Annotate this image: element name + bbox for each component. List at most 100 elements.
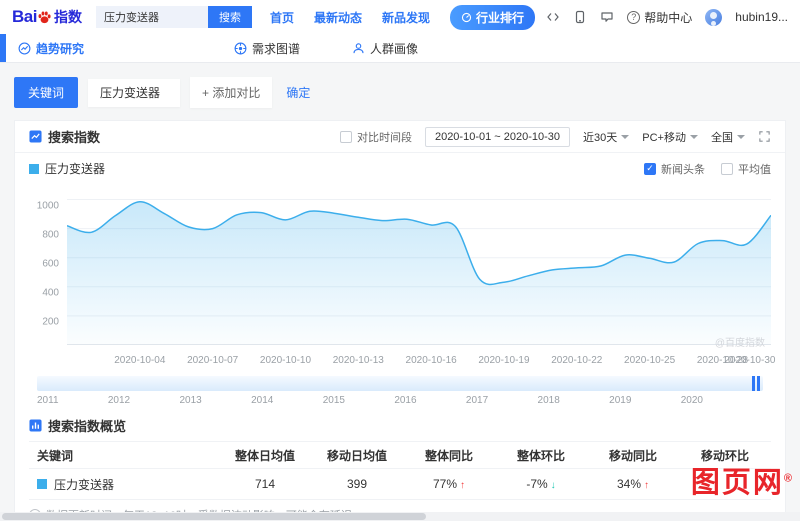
nav-new-products[interactable]: 新品发现 xyxy=(382,9,430,26)
chart-toggles: ✓ 新闻头条 平均值 xyxy=(644,161,771,177)
timeline-year: 2018 xyxy=(537,395,560,406)
column-header: 移动同比 xyxy=(608,448,657,463)
chevron-down-icon xyxy=(690,134,698,139)
x-axis-label: 2020-10-22 xyxy=(551,355,603,366)
tab-demand-graph[interactable]: 需求图谱 xyxy=(234,40,300,57)
top-navigation: 首页 最新动态 新品发现 行业排行 xyxy=(270,4,536,30)
toggle-average[interactable]: 平均值 xyxy=(721,161,771,177)
compare-checkbox-icon[interactable] xyxy=(339,130,352,143)
top-header: Bai 指数 搜索 首页 最新动态 新品发现 行业排行 xyxy=(0,0,800,34)
metric-cell: 399 xyxy=(346,477,368,491)
up-arrow-icon: ↑ xyxy=(460,480,466,491)
industry-ranking-button[interactable]: 行业排行 xyxy=(450,4,536,30)
overview-table-row: 压力变送器 714 399 77% ↑ -7% ↓ 34% ↑ xyxy=(29,469,771,500)
scrollbar-thumb[interactable] xyxy=(2,513,426,520)
brush-handle[interactable] xyxy=(752,376,760,391)
search-input[interactable] xyxy=(95,6,208,28)
column-header: 关键词 xyxy=(37,448,74,463)
username[interactable]: hubin19... xyxy=(735,10,788,24)
toggle-news-headline[interactable]: ✓ 新闻头条 xyxy=(644,161,705,177)
series-swatch xyxy=(29,163,39,174)
chevron-down-icon xyxy=(737,134,745,139)
help-icon: ? xyxy=(627,10,641,24)
nav-home[interactable]: 首页 xyxy=(270,9,294,26)
timeline-year: 2020 xyxy=(680,395,703,406)
y-axis-label: 600 xyxy=(42,258,59,270)
checkbox-icon[interactable] xyxy=(721,162,733,175)
top-search: 搜索 xyxy=(95,6,252,28)
code-icon[interactable] xyxy=(546,10,560,24)
metric-cell: 34% ↑ xyxy=(616,477,650,491)
y-axis-label: 200 xyxy=(42,316,59,328)
legend-item[interactable]: 压力变送器 xyxy=(29,160,105,177)
panel-title: 搜索指数 xyxy=(48,130,101,145)
fullscreen-icon[interactable] xyxy=(758,130,771,143)
keyword-cell[interactable]: 压力变送器 xyxy=(29,476,219,493)
panel-title-wrap: 搜索指数 xyxy=(29,127,100,146)
timeline-year: 2012 xyxy=(107,395,131,406)
timeline-brush[interactable] xyxy=(37,376,763,391)
x-axis-label: 2020-10-07 xyxy=(187,355,239,366)
active-section-accent xyxy=(0,34,6,62)
keyword-toolbar: 关键词 + 添加对比 确定 xyxy=(14,77,786,108)
x-axis-label: 2020-10-19 xyxy=(478,355,530,366)
search-index-card: 搜索指数 对比时间段 2020-10-01 ~ 2020-10-30 近30天 … xyxy=(14,120,786,521)
keyword-input[interactable] xyxy=(88,78,181,107)
column-header: 整体同比 xyxy=(424,448,473,463)
confirm-link[interactable]: 确定 xyxy=(286,84,310,101)
series-swatch xyxy=(37,479,47,489)
search-index-chart[interactable] xyxy=(66,185,772,345)
metric-cell: -7% ↓ xyxy=(526,477,556,491)
timeline: 2011 2012 2013 2014 2015 2016 2017 2018 2019 2020 xyxy=(37,376,763,406)
x-axis-label: 2020-10-10 xyxy=(259,355,312,366)
mobile-icon[interactable] xyxy=(573,10,587,24)
x-axis: 2020-10-04 2020-10-07 2020-10-10 2020-10-13… xyxy=(67,354,775,368)
radar-icon xyxy=(234,42,247,54)
column-header: 整体日均值 xyxy=(234,448,295,463)
header-right-tools: ? 帮助中心 hubin19... xyxy=(546,8,788,26)
metric-cell: 77% ↑ xyxy=(432,477,466,491)
sub-navigation: 趋势研究 需求图谱 人群画像 xyxy=(0,34,800,63)
y-axis-label: 400 xyxy=(42,287,59,299)
x-axis-label: 2020-10-30 xyxy=(724,355,776,366)
user-avatar[interactable] xyxy=(705,8,723,26)
tab-audience-profile[interactable]: 人群画像 xyxy=(352,40,418,57)
trend-icon xyxy=(18,42,31,54)
timeline-years: 2011 2012 2013 2014 2015 2016 2017 2018 2019 2020 xyxy=(37,391,763,406)
horizontal-scrollbar[interactable] xyxy=(0,512,800,521)
x-axis-label: 2020-10-13 xyxy=(332,355,384,366)
ranking-gauge-icon xyxy=(461,12,472,22)
baidu-index-logo[interactable]: Bai 指数 xyxy=(12,7,82,27)
x-axis-label: 2020-10-04 xyxy=(114,355,166,366)
help-center-link[interactable]: ? 帮助中心 xyxy=(627,9,692,26)
add-compare-button[interactable]: + 添加对比 xyxy=(190,77,273,108)
time-range-select[interactable]: 近30天 xyxy=(583,129,630,145)
overview-table: 关键词 整体日均值 移动日均值 整体同比 整体环比 移动同比 移动环比 压力变送器 714 399… xyxy=(29,441,771,500)
logo-text-bai: Bai xyxy=(12,7,37,26)
legend-row: 压力变送器 ✓ 新闻头条 平均值 xyxy=(15,153,785,179)
timeline-year: 2011 xyxy=(37,395,59,406)
region-select[interactable]: 全国 xyxy=(711,129,745,145)
search-button[interactable]: 搜索 xyxy=(207,6,252,28)
chevron-down-icon xyxy=(621,134,630,139)
device-select[interactable]: PC+移动 xyxy=(642,129,698,145)
date-range-picker[interactable]: 2020-10-01 ~ 2020-10-30 xyxy=(424,126,571,147)
overview-title: 搜索指数概览 xyxy=(48,419,127,434)
timeline-year: 2016 xyxy=(394,395,417,406)
x-axis-label: 2020-10-25 xyxy=(624,355,676,366)
message-icon[interactable] xyxy=(600,10,614,24)
y-axis-label: 800 xyxy=(42,229,59,241)
overview-icon xyxy=(29,419,42,432)
person-icon xyxy=(353,42,364,53)
nav-latest-news[interactable]: 最新动态 xyxy=(314,9,362,26)
y-axis-label: 1000 xyxy=(36,200,59,212)
logo-text-suffix: 指数 xyxy=(53,9,82,25)
checkbox-icon[interactable]: ✓ xyxy=(644,162,656,175)
keyword-button[interactable]: 关键词 xyxy=(14,77,79,108)
tab-trend-research[interactable]: 趋势研究 xyxy=(18,40,84,57)
chart-controls: 对比时间段 2020-10-01 ~ 2020-10-30 近30天 PC+移动… xyxy=(339,126,771,147)
column-header: 整体环比 xyxy=(516,448,565,463)
compare-period-toggle[interactable]: 对比时间段 xyxy=(339,129,412,145)
search-index-icon xyxy=(29,130,42,143)
up-arrow-icon: ↑ xyxy=(644,480,650,491)
